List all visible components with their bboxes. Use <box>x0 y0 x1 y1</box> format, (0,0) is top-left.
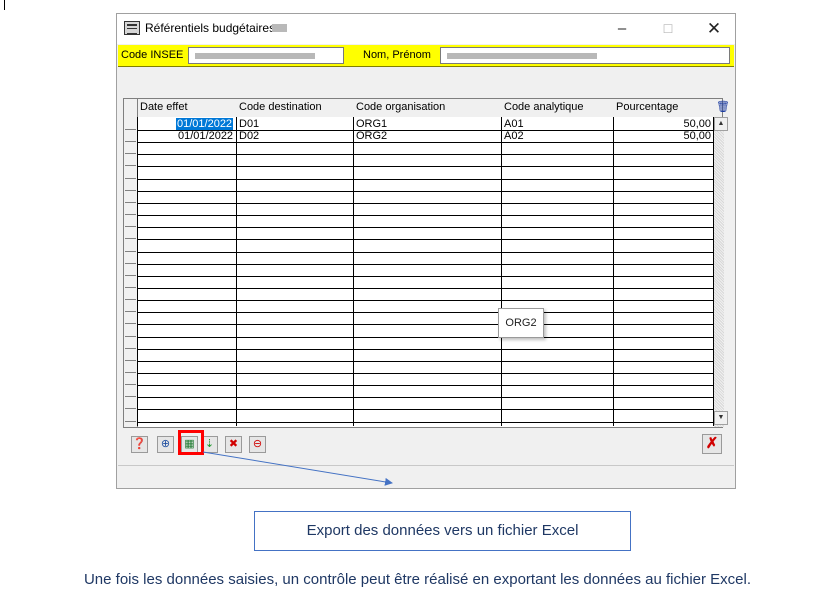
export-callout: Export des données vers un fichier Excel <box>254 511 631 551</box>
caption-text: Une fois les données saisies, un contrôl… <box>83 571 752 588</box>
